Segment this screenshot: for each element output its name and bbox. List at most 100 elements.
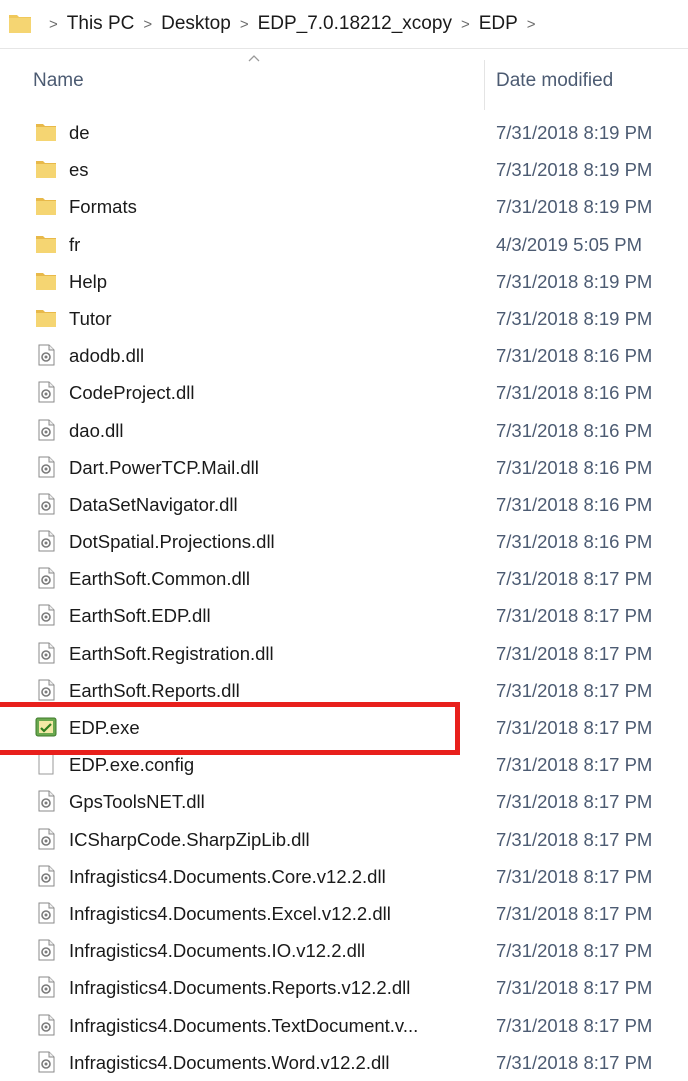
file-row[interactable]: EDP.exe.config 7/31/2018 8:17 PM	[0, 746, 688, 783]
dll-icon	[35, 567, 57, 589]
file-name: Help	[69, 270, 108, 292]
file-name: dao.dll	[69, 419, 124, 441]
dll-icon	[35, 790, 57, 812]
file-row[interactable]: Infragistics4.Documents.TextDocument.v..…	[0, 1007, 688, 1044]
file-date-modified: 7/31/2018 8:17 PM	[496, 642, 653, 664]
file-row[interactable]: fr 4/3/2019 5:05 PM	[0, 226, 688, 263]
file-row[interactable]: Infragistics4.Documents.Excel.v12.2.dll 7…	[0, 895, 688, 932]
file-row[interactable]: Infragistics4.Documents.Reports.v12.2.dl…	[0, 969, 688, 1006]
file-name: DataSetNavigator.dll	[69, 493, 238, 515]
dll-icon	[35, 1051, 57, 1073]
chevron-right-icon[interactable]: >	[240, 16, 249, 33]
breadcrumb-desktop[interactable]: Desktop	[161, 13, 231, 35]
file-row[interactable]: Help 7/31/2018 8:19 PM	[0, 263, 688, 300]
file-name: EDP.exe.config	[69, 754, 195, 776]
file-name: adodb.dll	[69, 345, 145, 367]
file-name: Tutor	[69, 307, 112, 329]
dll-icon	[35, 679, 57, 701]
file-name: Infragistics4.Documents.TextDocument.v..…	[69, 1014, 419, 1036]
file-date-modified: 7/31/2018 8:17 PM	[496, 754, 653, 776]
file-row[interactable]: Infragistics4.Documents.Core.v12.2.dll 7/…	[0, 858, 688, 895]
file-row[interactable]: adodb.dll 7/31/2018 8:16 PM	[0, 337, 688, 374]
file-name: fr	[69, 233, 81, 255]
file-row[interactable]: Infragistics4.Documents.IO.v12.2.dll 7/31…	[0, 932, 688, 969]
file-name: EarthSoft.Registration.dll	[69, 642, 274, 664]
dll-icon	[35, 530, 57, 552]
file-row[interactable]: dao.dll 7/31/2018 8:16 PM	[0, 412, 688, 449]
file-row[interactable]: Dart.PowerTCP.Mail.dll 7/31/2018 8:16 PM	[0, 449, 688, 486]
file-name: EarthSoft.EDP.dll	[69, 605, 211, 627]
file-name: Infragistics4.Documents.IO.v12.2.dll	[69, 940, 366, 962]
dll-icon	[35, 939, 57, 961]
file-row[interactable]: EarthSoft.EDP.dll 7/31/2018 8:17 PM	[0, 597, 688, 634]
file-name: Formats	[69, 196, 137, 218]
file-list: de 7/31/2018 8:19 PM es 7/31/2018 8:19 PM Fo…	[0, 114, 688, 1081]
folder-icon	[35, 233, 57, 255]
file-row[interactable]: CodeProject.dll 7/31/2018 8:16 PM	[0, 374, 688, 411]
file-row[interactable]: Formats 7/31/2018 8:19 PM	[0, 188, 688, 225]
file-date-modified: 7/31/2018 8:17 PM	[496, 568, 653, 590]
dll-icon	[35, 976, 57, 998]
file-date-modified: 7/31/2018 8:16 PM	[496, 419, 653, 441]
file-name: DotSpatial.Projections.dll	[69, 531, 275, 553]
file-date-modified: 4/3/2019 5:05 PM	[496, 233, 643, 255]
file-date-modified: 7/31/2018 8:16 PM	[496, 531, 653, 553]
file-date-modified: 7/31/2018 8:19 PM	[496, 122, 653, 143]
dll-icon	[35, 902, 57, 924]
sort-ascending-icon	[248, 55, 260, 62]
dll-icon	[35, 1014, 57, 1036]
file-row[interactable]: EarthSoft.Common.dll 7/31/2018 8:17 PM	[0, 560, 688, 597]
file-row[interactable]: GpsToolsNET.dll 7/31/2018 8:17 PM	[0, 783, 688, 820]
breadcrumb-this-pc[interactable]: This PC	[67, 13, 135, 35]
file-name: Dart.PowerTCP.Mail.dll	[69, 456, 259, 478]
column-date-header[interactable]: Date modified	[496, 70, 613, 92]
file-date-modified: 7/31/2018 8:19 PM	[496, 196, 653, 218]
file-date-modified: 7/31/2018 8:17 PM	[496, 828, 653, 850]
file-row[interactable]: EarthSoft.Reports.dll 7/31/2018 8:17 PM	[0, 672, 688, 709]
folder-icon	[35, 158, 57, 180]
chevron-right-icon[interactable]: >	[49, 16, 58, 33]
folder-icon	[9, 15, 31, 33]
file-date-modified: 7/31/2018 8:16 PM	[496, 345, 653, 367]
folder-icon	[35, 270, 57, 292]
chevron-right-icon[interactable]: >	[143, 16, 152, 33]
file-date-modified: 7/31/2018 8:16 PM	[496, 456, 653, 478]
breadcrumb-edp[interactable]: EDP	[479, 13, 518, 35]
file-name: de	[69, 122, 90, 143]
address-bar[interactable]: > This PC > Desktop > EDP_7.0.18212_xcop…	[0, 0, 688, 49]
dll-icon	[35, 344, 57, 366]
file-name: es	[69, 159, 89, 181]
file-date-modified: 7/31/2018 8:17 PM	[496, 679, 653, 701]
file-date-modified: 7/31/2018 8:19 PM	[496, 159, 653, 181]
file-row[interactable]: EDP.exe 7/31/2018 8:17 PM	[0, 709, 688, 746]
file-name: Infragistics4.Documents.Core.v12.2.dll	[69, 865, 386, 887]
file-row[interactable]: EarthSoft.Registration.dll 7/31/2018 8:17…	[0, 635, 688, 672]
exe-icon	[35, 716, 57, 738]
file-name: ICSharpCode.SharpZipLib.dll	[69, 828, 310, 850]
file-row[interactable]: ICSharpCode.SharpZipLib.dll 7/31/2018 8:1…	[0, 821, 688, 858]
file-row[interactable]: Tutor 7/31/2018 8:19 PM	[0, 300, 688, 337]
chevron-right-icon[interactable]: >	[527, 16, 536, 33]
dll-icon	[35, 419, 57, 441]
file-row[interactable]: de 7/31/2018 8:19 PM	[0, 114, 688, 151]
file-date-modified: 7/31/2018 8:17 PM	[496, 605, 653, 627]
folder-icon	[35, 195, 57, 217]
file-name: EDP.exe	[69, 717, 140, 738]
chevron-right-icon[interactable]: >	[461, 16, 470, 33]
file-date-modified: 7/31/2018 8:17 PM	[496, 717, 653, 738]
file-row[interactable]: DataSetNavigator.dll 7/31/2018 8:16 PM	[0, 486, 688, 523]
file-row[interactable]: DotSpatial.Projections.dll 7/31/2018 8:16…	[0, 523, 688, 560]
dll-icon	[35, 604, 57, 626]
file-name: Infragistics4.Documents.Reports.v12.2.dl…	[69, 977, 411, 999]
file-date-modified: 7/31/2018 8:17 PM	[496, 791, 653, 813]
column-name-header[interactable]: Name	[33, 70, 84, 92]
file-date-modified: 7/31/2018 8:19 PM	[496, 307, 653, 329]
config-file-icon	[35, 753, 57, 775]
file-date-modified: 7/31/2018 8:16 PM	[496, 493, 653, 515]
file-name: GpsToolsNET.dll	[69, 791, 205, 813]
file-row[interactable]: es 7/31/2018 8:19 PM	[0, 151, 688, 188]
file-date-modified: 7/31/2018 8:17 PM	[496, 902, 653, 924]
breadcrumb-edp-xcopy[interactable]: EDP_7.0.18212_xcopy	[258, 13, 452, 35]
column-divider[interactable]	[484, 60, 485, 110]
file-row[interactable]: Infragistics4.Documents.Word.v12.2.dll 7/…	[0, 1044, 688, 1081]
